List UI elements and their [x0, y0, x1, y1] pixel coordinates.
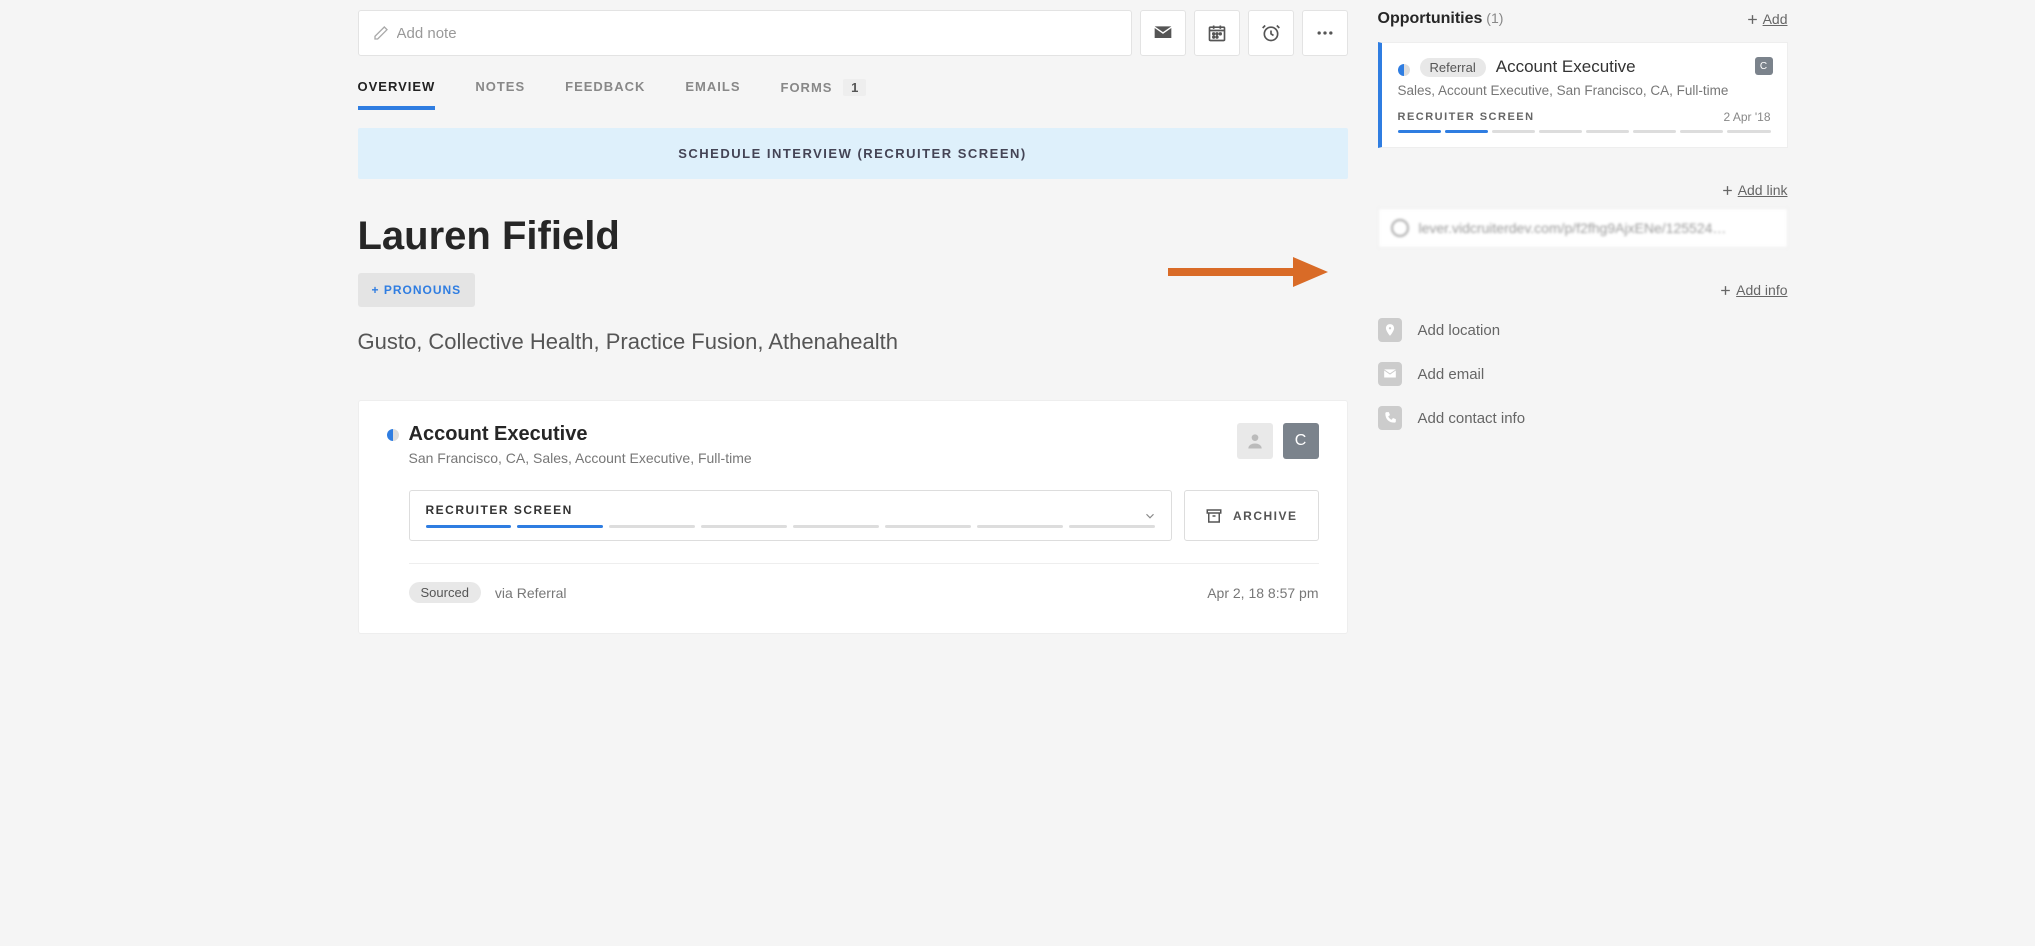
via-text: via Referral	[495, 585, 567, 601]
archive-button[interactable]: ARCHIVE	[1184, 490, 1319, 541]
add-info-button[interactable]: Add info	[1719, 282, 1787, 298]
stage-indicator-icon	[1398, 64, 1410, 76]
reminder-button[interactable]	[1248, 10, 1294, 56]
add-opportunity-button[interactable]: Add	[1746, 11, 1788, 27]
source-date: Apr 2, 18 8:57 pm	[1207, 585, 1318, 601]
add-pronouns-button[interactable]: + PRONOUNS	[358, 273, 476, 307]
envelope-icon	[1153, 23, 1173, 43]
source-badge: Sourced	[409, 582, 481, 603]
opportunities-heading: Opportunities	[1378, 10, 1483, 27]
location-icon	[1378, 318, 1402, 342]
candidate-link-item[interactable]: lever.vidcruiterdev.com/p/f2fhg9AjxENe/1…	[1378, 208, 1788, 248]
opportunity-item-stage: RECRUITER SCREEN	[1398, 111, 1535, 123]
add-note-field[interactable]	[358, 10, 1132, 56]
add-note-input[interactable]	[397, 25, 1117, 42]
opportunities-count: (1)	[1486, 10, 1503, 26]
phone-icon	[1378, 406, 1402, 430]
add-location-label: Add location	[1418, 322, 1501, 339]
link-url-text: lever.vidcruiterdev.com/p/f2fhg9AjxENe/1…	[1419, 220, 1727, 236]
tab-forms[interactable]: FORMS 1	[781, 71, 867, 110]
stage-progress	[426, 525, 1155, 528]
tab-forms-count: 1	[843, 79, 866, 96]
tab-forms-label: FORMS	[781, 80, 833, 95]
person-icon	[1245, 431, 1265, 451]
schedule-interview-banner[interactable]: SCHEDULE INTERVIEW (RECRUITER SCREEN)	[358, 128, 1348, 179]
email-icon	[1378, 362, 1402, 386]
stage-label: RECRUITER SCREEN	[426, 503, 1155, 517]
tab-overview[interactable]: OVERVIEW	[358, 71, 436, 110]
alarm-clock-icon	[1261, 23, 1281, 43]
opportunity-title: Account Executive	[409, 423, 1227, 446]
owner-avatar-placeholder[interactable]	[1237, 423, 1273, 459]
calendar-icon	[1207, 23, 1227, 43]
dots-icon	[1315, 23, 1335, 43]
tab-notes[interactable]: NOTES	[475, 71, 525, 110]
opportunity-avatar: C	[1755, 57, 1773, 75]
opportunity-list-item[interactable]: C Referral Account Executive Sales, Acco…	[1378, 42, 1788, 148]
opportunity-item-progress	[1398, 130, 1771, 133]
add-contact-row[interactable]: Add contact info	[1378, 396, 1788, 440]
stage-indicator-icon	[387, 429, 399, 441]
more-button[interactable]	[1302, 10, 1348, 56]
opportunity-item-subtitle: Sales, Account Executive, San Francisco,…	[1398, 83, 1771, 98]
opportunity-subtitle: San Francisco, CA, Sales, Account Execut…	[409, 450, 1227, 466]
calendar-button[interactable]	[1194, 10, 1240, 56]
add-email-label: Add email	[1418, 366, 1485, 383]
pencil-icon	[373, 25, 389, 41]
add-contact-label: Add contact info	[1418, 410, 1526, 427]
candidate-name: Lauren Fifield	[358, 214, 1348, 259]
chevron-down-icon	[1143, 509, 1157, 523]
stage-select[interactable]: RECRUITER SCREEN	[409, 490, 1172, 541]
origin-badge: Referral	[1420, 58, 1486, 77]
email-button[interactable]	[1140, 10, 1186, 56]
profile-tabs: OVERVIEW NOTES FEEDBACK EMAILS FORMS 1	[358, 71, 1348, 110]
hiring-manager-avatar[interactable]: C	[1283, 423, 1319, 459]
add-email-row[interactable]: Add email	[1378, 352, 1788, 396]
plus-icon	[1721, 184, 1734, 197]
tab-emails[interactable]: EMAILS	[685, 71, 740, 110]
plus-icon	[1746, 13, 1759, 26]
opportunity-item-date: 2 Apr '18	[1724, 110, 1771, 124]
opportunity-card: Account Executive San Francisco, CA, Sal…	[358, 400, 1348, 634]
opportunity-item-title: Account Executive	[1496, 57, 1636, 77]
add-link-button[interactable]: Add link	[1721, 182, 1788, 198]
plus-icon	[1719, 284, 1732, 297]
add-location-row[interactable]: Add location	[1378, 308, 1788, 352]
archive-icon	[1205, 507, 1223, 525]
tab-feedback[interactable]: FEEDBACK	[565, 71, 645, 110]
candidate-companies: Gusto, Collective Health, Practice Fusio…	[358, 329, 1348, 355]
archive-label: ARCHIVE	[1233, 509, 1298, 523]
globe-icon	[1391, 219, 1409, 237]
